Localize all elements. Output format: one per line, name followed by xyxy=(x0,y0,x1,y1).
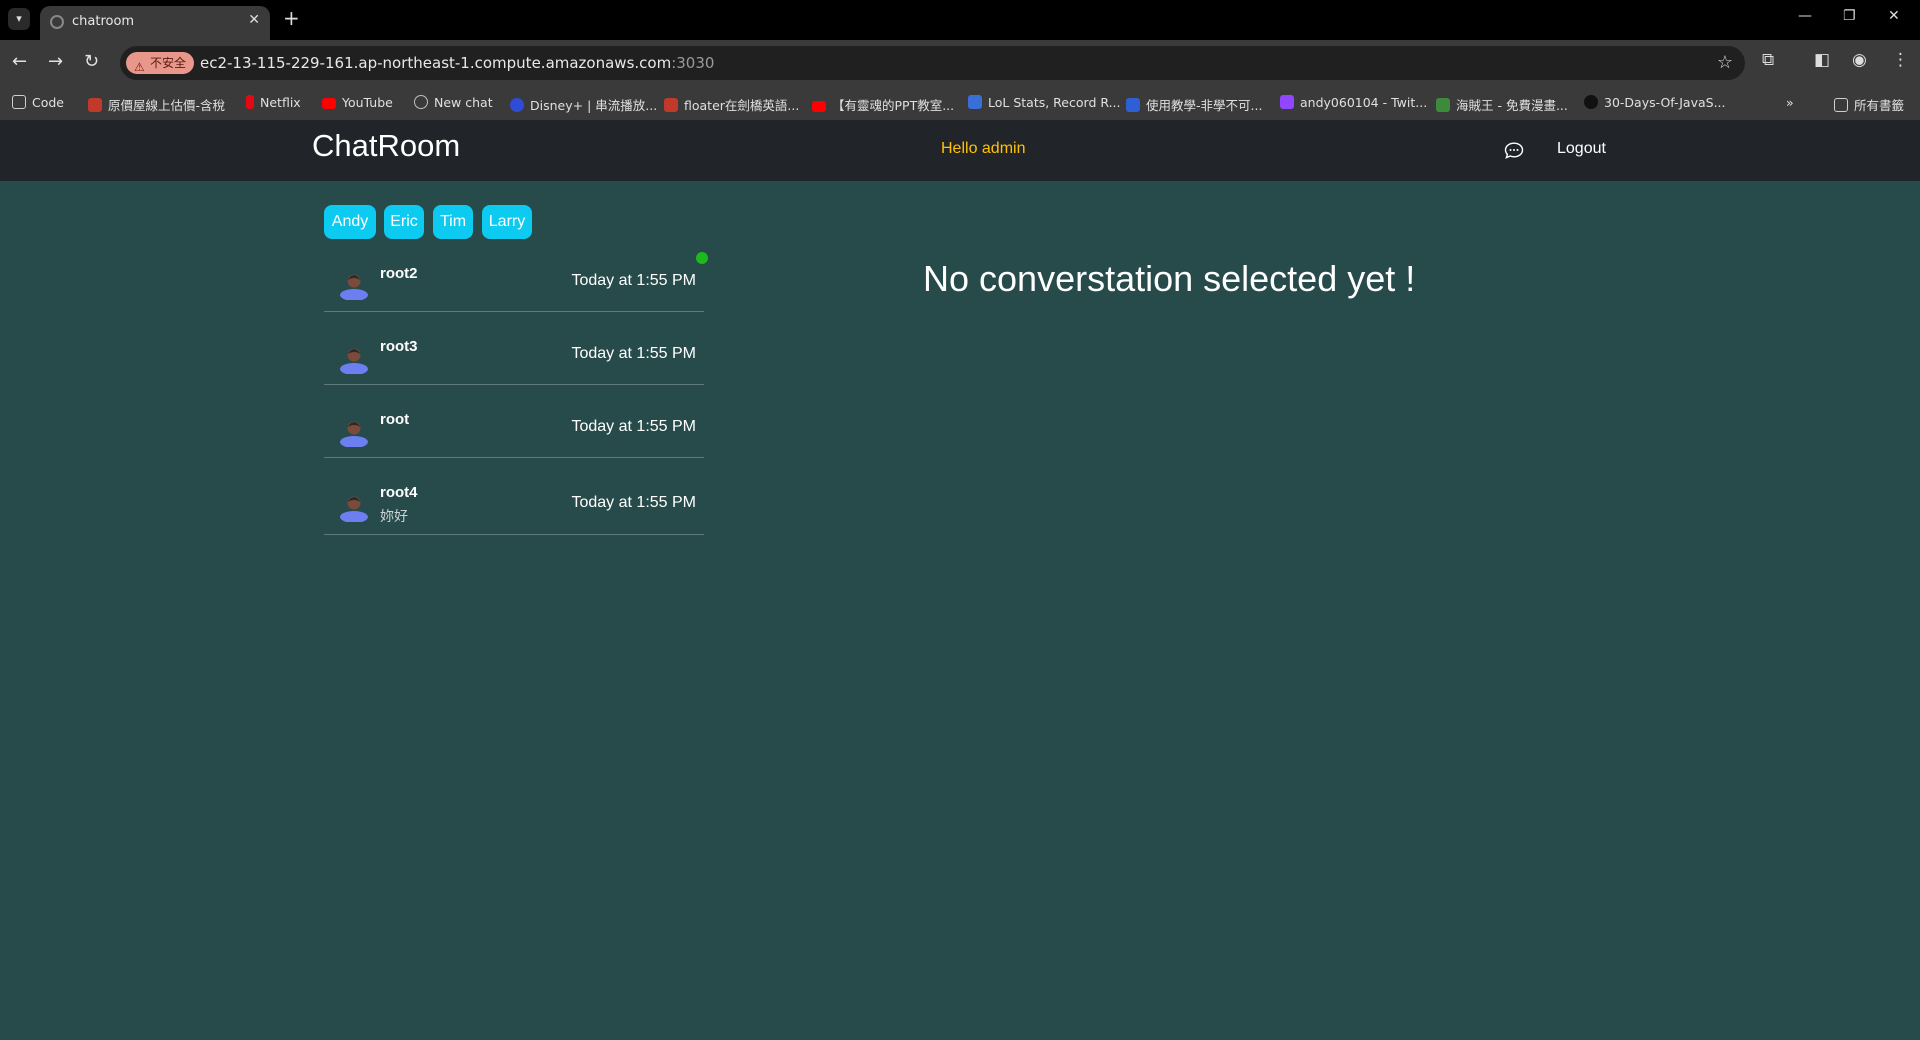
profile-avatar-icon[interactable]: ◉ xyxy=(1852,50,1867,70)
brand-logo[interactable]: ChatRoom xyxy=(312,128,460,164)
opgg-icon xyxy=(968,95,982,109)
user-chip-larry[interactable]: Larry xyxy=(482,205,532,239)
bookmark-item[interactable]: 30-Days-Of-JavaS... xyxy=(1584,95,1726,110)
user-chip-andy[interactable]: Andy xyxy=(324,205,376,239)
conversation-time: Today at 1:55 PM xyxy=(571,272,696,289)
conversation-item[interactable]: root Today at 1:55 PM xyxy=(324,385,704,458)
app-navbar: ChatRoom Hello admin Logout xyxy=(0,120,1920,181)
greeting-text: Hello admin xyxy=(941,140,1026,157)
restore-icon[interactable]: ❐ xyxy=(1843,8,1856,24)
conversation-username: root2 xyxy=(380,265,418,282)
insecure-label: 不安全 xyxy=(150,56,187,70)
tab-search-dropdown-icon[interactable]: ▾ xyxy=(8,8,30,30)
forward-icon[interactable]: → xyxy=(48,51,63,72)
browser-tab[interactable]: chatroom ✕ xyxy=(40,6,270,40)
bookmark-item[interactable]: 原價屋線上估價-含稅 xyxy=(88,95,225,114)
tab-title: chatroom xyxy=(72,14,135,29)
folder-icon xyxy=(12,95,26,109)
bookmark-item[interactable]: Netflix xyxy=(246,95,301,110)
bookmark-item[interactable]: 【有靈魂的PPT教室... xyxy=(812,95,954,114)
globe-icon xyxy=(50,15,64,29)
bookmark-item[interactable]: Disney+ | 串流播放... xyxy=(510,95,657,114)
conversation-item[interactable]: root4 妳好 Today at 1:55 PM xyxy=(324,458,704,535)
user-avatar-icon xyxy=(340,496,368,522)
url-text[interactable]: ec2-13-115-229-161.ap-northeast-1.comput… xyxy=(200,54,714,72)
address-bar[interactable]: ⚠ 不安全 ec2-13-115-229-161.ap-northeast-1.… xyxy=(120,46,1745,80)
github-icon xyxy=(1584,95,1598,109)
chatgpt-icon xyxy=(414,95,428,109)
youtube-icon xyxy=(322,98,336,109)
conversation-item[interactable]: root2 Today at 1:55 PM xyxy=(324,256,704,312)
no-conversation-message: No converstation selected yet ! xyxy=(923,258,1416,299)
disney-icon xyxy=(510,98,524,112)
all-bookmarks-folder[interactable]: 所有書籤 xyxy=(1834,95,1904,114)
book-icon xyxy=(1126,98,1140,112)
side-panel-icon[interactable]: ◧ xyxy=(1814,50,1830,70)
user-avatar-icon xyxy=(340,348,368,374)
conversation-username: root3 xyxy=(380,338,418,355)
back-icon[interactable]: ← xyxy=(12,51,27,72)
url-port: :3030 xyxy=(671,54,715,72)
minimize-icon[interactable]: — xyxy=(1798,8,1812,24)
bookmark-item[interactable]: andy060104 - Twit... xyxy=(1280,95,1427,110)
conversation-time: Today at 1:55 PM xyxy=(571,418,696,435)
bookmarks-bar: Code 原價屋線上估價-含稅 Netflix YouTube New chat… xyxy=(0,86,1920,121)
more-bookmarks-icon[interactable]: » xyxy=(1786,95,1794,110)
close-tab-icon[interactable]: ✕ xyxy=(248,12,260,28)
bookmark-star-icon[interactable]: ☆ xyxy=(1717,52,1733,73)
conversation-username: root xyxy=(380,411,410,428)
insecure-badge[interactable]: ⚠ 不安全 xyxy=(126,52,195,74)
conversation-username: root4 xyxy=(380,484,418,501)
store-icon xyxy=(88,98,102,112)
browser-toolbar: ← → ↻ ⚠ 不安全 ec2-13-115-229-161.ap-northe… xyxy=(0,40,1920,86)
reload-icon[interactable]: ↻ xyxy=(84,51,99,72)
extensions-icon[interactable]: ⧉ xyxy=(1762,50,1774,70)
folder-icon xyxy=(1834,98,1848,112)
bookmark-item[interactable]: 海賊王 - 免費漫畫... xyxy=(1436,95,1568,114)
conversation-time: Today at 1:55 PM xyxy=(571,345,696,362)
netflix-icon xyxy=(246,95,254,109)
cambridge-icon xyxy=(664,98,678,112)
conversation-item[interactable]: root3 Today at 1:55 PM xyxy=(324,312,704,385)
conversation-time: Today at 1:55 PM xyxy=(571,494,696,511)
bookmark-item[interactable]: New chat xyxy=(414,95,493,110)
twitch-icon xyxy=(1280,95,1294,109)
user-avatar-icon xyxy=(340,274,368,300)
user-chip-eric[interactable]: Eric xyxy=(384,205,424,239)
new-tab-button[interactable]: + xyxy=(283,6,300,30)
user-chip-tim[interactable]: Tim xyxy=(433,205,473,239)
browser-tab-strip: ▾ chatroom ✕ + — ❐ ✕ xyxy=(0,0,1920,40)
bookmark-item[interactable]: YouTube xyxy=(322,95,393,110)
bookmark-item[interactable]: 使用教學-非學不可... xyxy=(1126,95,1262,114)
youtube-icon xyxy=(812,101,826,112)
url-host: ec2-13-115-229-161.ap-northeast-1.comput… xyxy=(200,54,672,72)
manga-icon xyxy=(1436,98,1450,112)
conversation-last-message: 妳好 xyxy=(380,509,408,525)
logout-link[interactable]: Logout xyxy=(1557,140,1606,158)
menu-kebab-icon[interactable]: ⋮ xyxy=(1892,50,1909,70)
warning-icon: ⚠ xyxy=(134,60,145,74)
bookmark-item[interactable]: LoL Stats, Record R... xyxy=(968,95,1121,110)
user-avatar-icon xyxy=(340,421,368,447)
bookmark-item[interactable]: floater在劍橋英語... xyxy=(664,95,799,114)
close-window-icon[interactable]: ✕ xyxy=(1888,8,1900,24)
bookmark-item[interactable]: Code xyxy=(12,95,64,110)
chat-bubble-icon[interactable] xyxy=(1504,142,1524,159)
